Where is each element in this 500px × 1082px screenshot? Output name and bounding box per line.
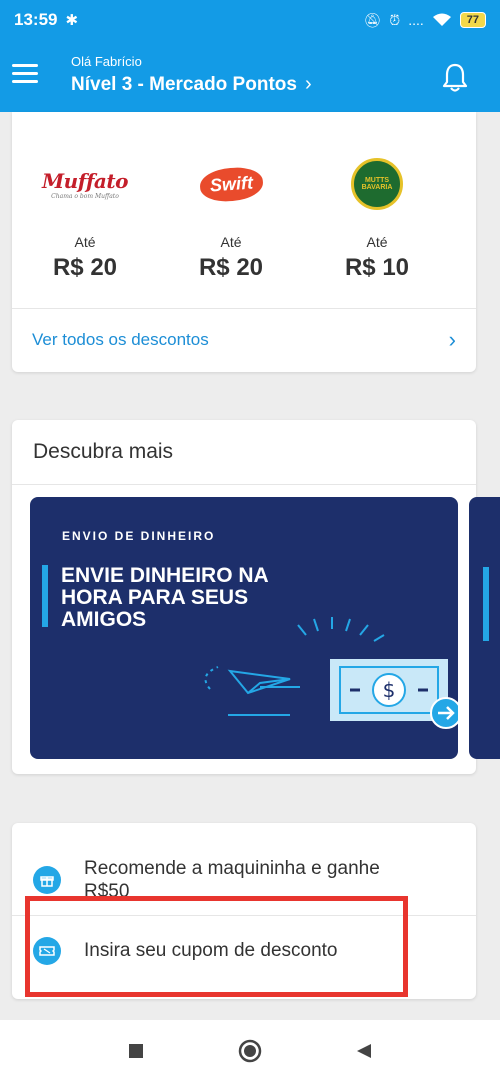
swift-logo: Swift: [158, 154, 304, 214]
money-transfer-illustration: $: [204, 617, 458, 729]
store-bavaria[interactable]: MUTTS BAVARIA Até R$ 10: [304, 154, 450, 282]
signal-icon: ....: [408, 12, 424, 28]
square-icon: [129, 1044, 143, 1058]
alarm-icon: ⏰︎: [389, 11, 401, 28]
coupon-item[interactable]: Insira seu cupom de desconto: [12, 915, 476, 985]
money-transfer-banner[interactable]: ENVIO DE DINHEIRO ENVIE DINHEIRO NA HORA…: [30, 497, 458, 759]
refer-machine-label: Recomende a maquininha e ganhe R$50: [84, 858, 380, 902]
see-all-label: Ver todos os descontos: [32, 330, 209, 349]
circle-icon: [238, 1039, 262, 1063]
see-all-discounts-link[interactable]: Ver todos os descontos ›: [12, 309, 476, 371]
discover-title: Descubra mais: [33, 440, 174, 463]
banner-accent-bar: [42, 565, 48, 627]
banner-kicker: ENVIO DE DINHEIRO: [62, 529, 216, 543]
store-prefix: Até: [74, 234, 96, 250]
system-nav-bar: [0, 1020, 500, 1082]
chevron-right-icon: ›: [304, 73, 312, 95]
level-text: Nível 3 - Mercado Pontos: [71, 73, 297, 95]
status-icons: 🔕︎ ⏰︎ .... 77: [363, 12, 486, 29]
divider: [12, 484, 476, 485]
coupon-label: Insira seu cupom de desconto: [84, 940, 338, 961]
battery-indicator: 77: [459, 12, 486, 28]
store-prefix: Até: [366, 234, 388, 250]
bavaria-logo: MUTTS BAVARIA: [304, 154, 450, 214]
bluetooth-icon: ✱: [65, 12, 79, 29]
gift-icon: [33, 866, 61, 894]
store-amount: R$ 10: [344, 254, 410, 281]
store-amount: R$ 20: [52, 254, 118, 281]
home-button[interactable]: [238, 1039, 262, 1063]
store-prefix: Até: [220, 234, 242, 250]
app-header: Olá Fabrício Nível 3 - Mercado Pontos ›: [0, 40, 500, 112]
store-swift[interactable]: Swift Até R$ 20: [158, 154, 304, 282]
greeting-text: Olá Fabrício: [71, 54, 142, 69]
recents-button[interactable]: [124, 1039, 148, 1063]
muffato-logo: Muffato Chama o bom Muffato: [42, 168, 128, 200]
status-bar: 13:59 ✱ 🔕︎ ⏰︎ .... 77: [0, 0, 500, 40]
discounts-card: Muffato Chama o bom Muffato Até R$ 20 Swi…: [12, 112, 476, 372]
actions-card: Recomende a maquininha e ganhe R$50 Insi…: [12, 823, 476, 999]
status-time: 13:59: [14, 10, 58, 29]
store-muffato[interactable]: Muffato Chama o bom Muffato Até R$ 20: [12, 154, 158, 282]
triangle-back-icon: [357, 1044, 371, 1058]
mute-icon: 🔕︎: [363, 11, 382, 28]
back-button[interactable]: [352, 1039, 376, 1063]
wifi-icon: [432, 13, 451, 26]
bell-icon[interactable]: [440, 62, 470, 94]
store-amount: R$ 20: [198, 254, 264, 281]
menu-icon[interactable]: [12, 64, 38, 84]
ticket-icon: [33, 936, 61, 965]
discover-card: Descubra mais ENVIO DE DINHEIRO ENVIE DI…: [12, 420, 476, 774]
refer-machine-item[interactable]: Recomende a maquininha e ganhe R$50: [12, 845, 476, 915]
svg-text:$: $: [383, 678, 396, 702]
chevron-right-icon: ›: [448, 327, 456, 352]
level-link[interactable]: Nível 3 - Mercado Pontos ›: [71, 73, 312, 96]
store-list: Muffato Chama o bom Muffato Até R$ 20 Swi…: [12, 154, 476, 282]
next-banner-peek[interactable]: [469, 497, 500, 759]
